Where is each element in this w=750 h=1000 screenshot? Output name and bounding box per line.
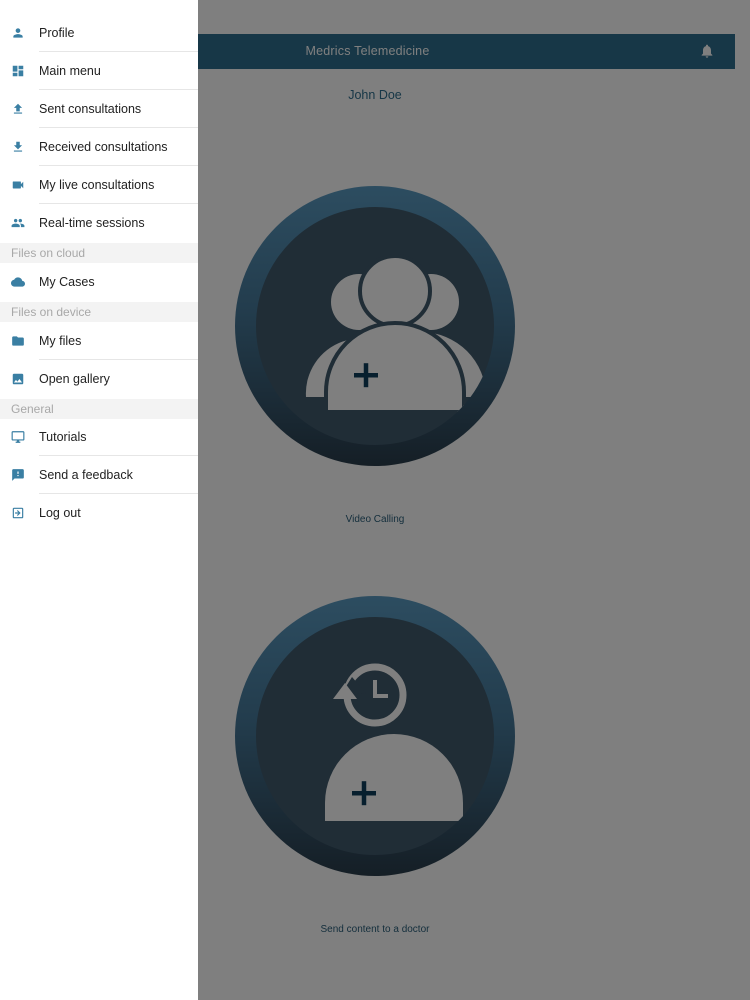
people-icon bbox=[11, 216, 25, 230]
drawer-item-profile[interactable]: Profile bbox=[0, 14, 198, 52]
drawer-item-label: My live consultations bbox=[39, 178, 155, 192]
image-icon bbox=[11, 372, 25, 386]
drawer-item-label: My files bbox=[39, 334, 82, 348]
download-icon bbox=[11, 140, 25, 154]
drawer-item-label: Sent consultations bbox=[39, 102, 142, 116]
section-header-general: General bbox=[0, 399, 198, 419]
drawer-item-label: Main menu bbox=[39, 64, 101, 78]
drawer-item-tutorials[interactable]: Tutorials bbox=[0, 418, 198, 456]
navigation-drawer: Profile Main menu Sent consultations Rec… bbox=[0, 0, 198, 1000]
drawer-item-main-menu[interactable]: Main menu bbox=[0, 52, 198, 90]
drawer-item-sent-consultations[interactable]: Sent consultations bbox=[0, 90, 198, 128]
monitor-icon bbox=[11, 430, 25, 444]
drawer-item-label: Received consultations bbox=[39, 140, 168, 154]
drawer-item-received-consultations[interactable]: Received consultations bbox=[0, 128, 198, 166]
drawer-item-send-feedback[interactable]: Send a feedback bbox=[0, 456, 198, 494]
logout-icon bbox=[11, 506, 25, 520]
drawer-scrim[interactable] bbox=[198, 0, 750, 1000]
dashboard-icon bbox=[11, 64, 25, 78]
drawer-item-label: Send a feedback bbox=[39, 468, 133, 482]
section-header-files-on-device: Files on device bbox=[0, 302, 198, 322]
drawer-item-label: Open gallery bbox=[39, 372, 110, 386]
drawer-item-label: My Cases bbox=[39, 275, 95, 289]
drawer-item-real-time-sessions[interactable]: Real-time sessions bbox=[0, 204, 198, 242]
drawer-item-log-out[interactable]: Log out bbox=[0, 494, 198, 532]
drawer-item-label: Log out bbox=[39, 506, 81, 520]
drawer-item-my-files[interactable]: My files bbox=[0, 322, 198, 360]
drawer-item-label: Real-time sessions bbox=[39, 216, 145, 230]
person-icon bbox=[11, 26, 25, 40]
drawer-item-label: Tutorials bbox=[39, 430, 87, 444]
folder-icon bbox=[11, 334, 25, 348]
drawer-item-open-gallery[interactable]: Open gallery bbox=[0, 360, 198, 398]
drawer-item-label: Profile bbox=[39, 26, 75, 40]
drawer-item-live-consultations[interactable]: My live consultations bbox=[0, 166, 198, 204]
drawer-item-my-cases[interactable]: My Cases bbox=[0, 263, 198, 301]
videocam-icon bbox=[11, 178, 25, 192]
upload-icon bbox=[11, 102, 25, 116]
cloud-icon bbox=[11, 275, 25, 289]
section-header-files-on-cloud: Files on cloud bbox=[0, 243, 198, 263]
feedback-icon bbox=[11, 468, 25, 482]
